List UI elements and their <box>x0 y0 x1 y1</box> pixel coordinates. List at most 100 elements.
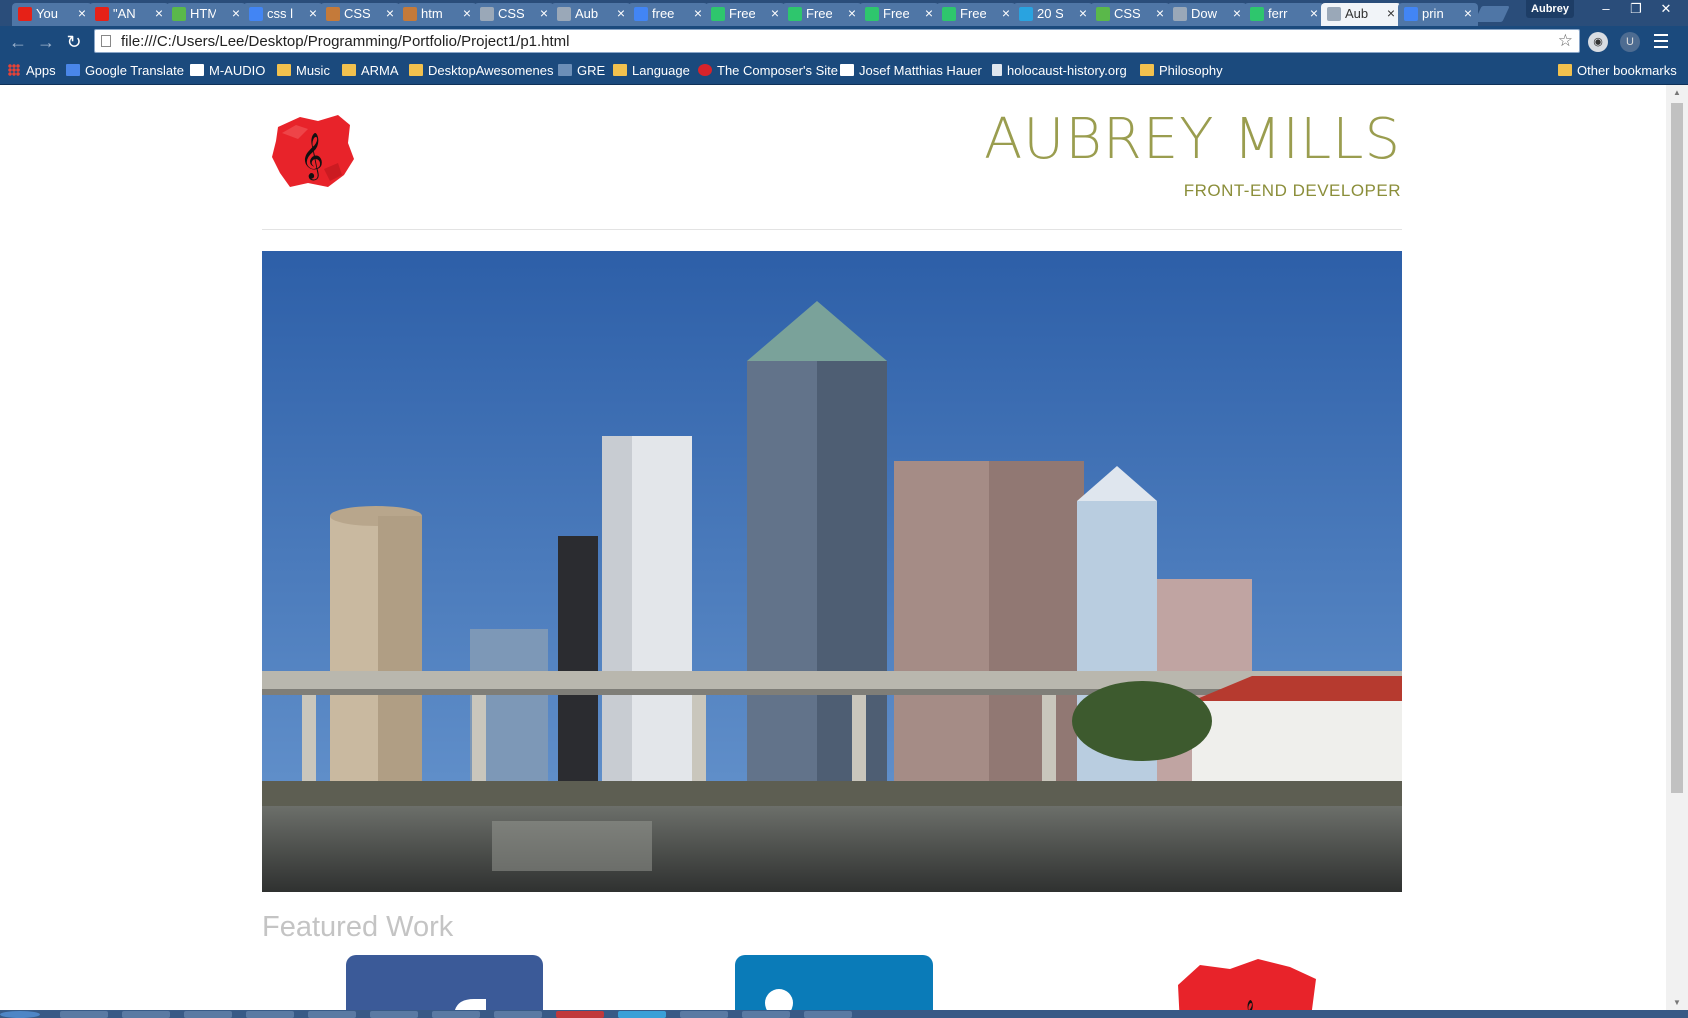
taskbar-item[interactable] <box>742 1011 790 1018</box>
address-bar[interactable]: file:///C:/Users/Lee/Desktop/Programming… <box>94 29 1580 53</box>
taskbar-item[interactable] <box>618 1011 666 1018</box>
tab-close-icon[interactable]: × <box>309 5 317 21</box>
browser-tab[interactable]: CSS × <box>1090 3 1170 26</box>
bookmark-music[interactable]: Music <box>277 62 330 80</box>
taskbar-item[interactable] <box>122 1011 170 1018</box>
apps-grid-icon <box>8 64 20 76</box>
bookmark-philosophy[interactable]: Philosophy <box>1140 62 1223 80</box>
browser-tab[interactable]: "AN × <box>89 3 169 26</box>
browser-tab[interactable]: HTM × <box>166 3 246 26</box>
browser-tab[interactable]: ferr × <box>1244 3 1324 26</box>
bookmark-gre[interactable]: GRE <box>558 62 605 80</box>
tab-close-icon[interactable]: × <box>463 5 471 21</box>
browser-tab[interactable]: Free × <box>782 3 862 26</box>
tab-close-icon[interactable]: × <box>1079 5 1087 21</box>
taskbar-item[interactable] <box>246 1011 294 1018</box>
tab-close-icon[interactable]: × <box>1464 5 1472 21</box>
taskbar-item[interactable] <box>60 1011 108 1018</box>
browser-tab[interactable]: Free × <box>859 3 939 26</box>
stackoverflow-icon <box>326 7 340 21</box>
youtube-icon <box>95 7 109 21</box>
tab-close-icon[interactable]: × <box>155 5 163 21</box>
profile-button[interactable]: Aubrey <box>1526 0 1574 18</box>
browser-tab[interactable]: css l × <box>243 3 323 26</box>
browser-tab[interactable]: Dow × <box>1167 3 1247 26</box>
bookmark-josef-matthias-hauer[interactable]: Josef Matthias Hauer <box>840 62 982 80</box>
page-scrollbar[interactable]: ▲ ▼ <box>1666 85 1688 1010</box>
tab-close-icon[interactable]: × <box>925 5 933 21</box>
treble-clef-logo-icon[interactable]: 𝄞 <box>268 113 356 189</box>
taskbar-item[interactable] <box>804 1011 852 1018</box>
tab-close-icon[interactable]: × <box>1233 5 1241 21</box>
ublock-icon[interactable]: U <box>1620 32 1640 52</box>
browser-tab[interactable]: You × <box>12 3 92 26</box>
taskbar-item[interactable] <box>494 1011 542 1018</box>
tab-close-icon[interactable]: × <box>1156 5 1164 21</box>
bookmark-holocaust-history[interactable]: holocaust-history.org <box>992 62 1127 80</box>
tab-close-icon[interactable]: × <box>540 5 548 21</box>
browser-tab[interactable]: CSS × <box>474 3 554 26</box>
taskbar-item[interactable] <box>680 1011 728 1018</box>
browser-tab[interactable]: htm × <box>397 3 477 26</box>
new-tab-button[interactable] <box>1474 6 1510 22</box>
facebook-icon <box>455 999 486 1010</box>
bookmark-star-icon[interactable]: ☆ <box>1558 31 1573 51</box>
chrome-menu-icon[interactable] <box>1654 34 1668 52</box>
tab-close-icon[interactable]: × <box>694 5 702 21</box>
linkedin-project-thumb[interactable] <box>735 955 933 1010</box>
bookmark-label: Other bookmarks <box>1577 63 1677 78</box>
taskbar-item[interactable] <box>184 1011 232 1018</box>
tab-close-icon[interactable]: × <box>617 5 625 21</box>
browser-tab[interactable]: free × <box>628 3 708 26</box>
page-content: 𝄞 AUBREY MILLS FRONT-END DEVELOPER Featu… <box>0 85 1666 1010</box>
browser-tab[interactable]: prin × <box>1398 3 1478 26</box>
reload-icon[interactable]: ↻ <box>62 30 86 54</box>
taskbar-item[interactable] <box>432 1011 480 1018</box>
bookmark-composers-site[interactable]: The Composer's Site <box>698 62 838 80</box>
tab-close-icon[interactable]: × <box>848 5 856 21</box>
back-icon[interactable]: ← <box>6 30 30 54</box>
site-name: AUBREY MILLS <box>983 107 1401 172</box>
tab-close-icon[interactable]: × <box>232 5 240 21</box>
tab-close-icon[interactable]: × <box>1387 5 1395 21</box>
treble-clef-project-thumb-icon[interactable]: 𝄞 <box>1170 955 1320 1010</box>
tab-close-icon[interactable]: × <box>386 5 394 21</box>
bookmark-language[interactable]: Language <box>613 62 690 80</box>
tab-close-icon[interactable]: × <box>771 5 779 21</box>
tab-close-icon[interactable]: × <box>1002 5 1010 21</box>
page-icon <box>101 35 111 47</box>
taskbar-item[interactable] <box>556 1011 604 1018</box>
taskbar-item[interactable] <box>370 1011 418 1018</box>
pixabay-icon <box>942 7 956 21</box>
bookmark-m-audio[interactable]: M-AUDIO <box>190 62 265 80</box>
bookmark-google-translate[interactable]: Google Translate <box>66 62 184 80</box>
bookmark-other[interactable]: Other bookmarks <box>1558 62 1677 80</box>
restore-icon[interactable]: ❐ <box>1620 0 1652 18</box>
bookmark-desktopawesomeness[interactable]: DesktopAwesomenes <box>409 62 554 80</box>
start-icon[interactable] <box>0 1011 40 1018</box>
browser-tab[interactable]: 20 S × <box>1013 3 1093 26</box>
bookmark-arma[interactable]: ARMA <box>342 62 399 80</box>
taskbar-item[interactable] <box>308 1011 356 1018</box>
close-window-icon[interactable]: ✕ <box>1650 0 1682 18</box>
browser-tab[interactable]: Free × <box>705 3 785 26</box>
url-text[interactable]: file:///C:/Users/Lee/Desktop/Programming… <box>121 33 570 50</box>
svg-text:𝄞: 𝄞 <box>300 133 324 181</box>
minimize-icon[interactable]: – <box>1590 0 1622 18</box>
tab-close-icon[interactable]: × <box>78 5 86 21</box>
scroll-down-icon[interactable]: ▼ <box>1672 998 1682 1007</box>
tab-title: Free <box>806 6 832 21</box>
scroll-thumb[interactable] <box>1671 103 1683 793</box>
wikipedia-icon <box>840 64 854 76</box>
browser-tab[interactable]: CSS × <box>320 3 400 26</box>
browser-tab[interactable]: Aub × <box>551 3 631 26</box>
browser-tab[interactable]: Free × <box>936 3 1016 26</box>
extension-icon[interactable]: ◉ <box>1588 32 1608 52</box>
tab-close-icon[interactable]: × <box>1310 5 1318 21</box>
bookmark-apps[interactable]: Apps <box>8 62 56 80</box>
forward-icon[interactable]: → <box>34 30 58 54</box>
facebook-project-thumb[interactable] <box>346 955 543 1010</box>
tab-title: "AN <box>113 6 136 21</box>
browser-tab[interactable]: Aub × <box>1321 3 1401 26</box>
scroll-up-icon[interactable]: ▲ <box>1672 88 1682 97</box>
